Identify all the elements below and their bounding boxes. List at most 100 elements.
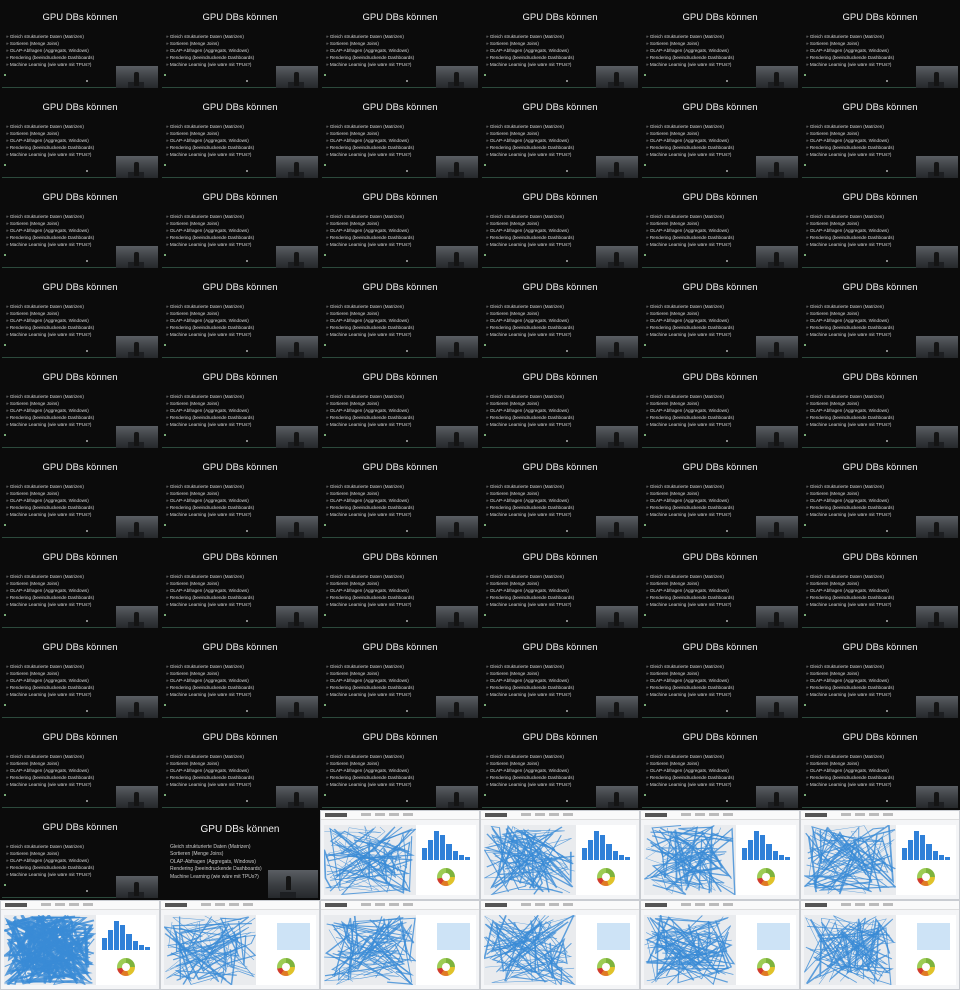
slide-thumbnail[interactable]: GPU DBs können Gleich strukturierte Daten…	[0, 270, 160, 360]
histogram-panel[interactable]	[735, 825, 796, 864]
slide-thumbnail[interactable]: GPU DBs können Gleich strukturierte Daten…	[480, 720, 640, 810]
toolbar-tab[interactable]	[549, 813, 559, 816]
toolbar-tab[interactable]	[69, 903, 79, 906]
dashboard-thumbnail[interactable]	[0, 900, 160, 990]
slide-thumbnail[interactable]: GPU DBs können Gleich strukturierte Daten…	[0, 450, 160, 540]
road-network-map[interactable]	[324, 915, 416, 985]
toolbar-tab[interactable]	[229, 903, 239, 906]
histogram-panel[interactable]	[95, 915, 156, 954]
slide-thumbnail[interactable]: GPU DBs können Gleich strukturierte Daten…	[480, 360, 640, 450]
slide-thumbnail[interactable]: GPU DBs können Gleich strukturierte Daten…	[0, 810, 160, 900]
toolbar-tab[interactable]	[549, 903, 559, 906]
road-network-map[interactable]	[644, 915, 736, 985]
toolbar-tab[interactable]	[563, 903, 573, 906]
toolbar-tab[interactable]	[521, 903, 531, 906]
slide-thumbnail[interactable]: GPU DBs können Gleich strukturierte Daten…	[160, 360, 320, 450]
slide-thumbnail[interactable]: GPU DBs können Gleich strukturierte Daten…	[320, 0, 480, 90]
donut-panel[interactable]	[415, 859, 476, 895]
toolbar-tab[interactable]	[695, 903, 705, 906]
slide-thumbnail[interactable]: GPU DBs können Gleich strukturierte Daten…	[320, 90, 480, 180]
toolbar-tab[interactable]	[723, 813, 733, 816]
slide-thumbnail[interactable]: GPU DBs können Gleich strukturierte Daten…	[160, 810, 320, 900]
histogram-panel[interactable]	[895, 825, 956, 864]
map-panel[interactable]	[644, 915, 736, 985]
slide-thumbnail[interactable]: GPU DBs können Gleich strukturierte Daten…	[0, 0, 160, 90]
dashboard-thumbnail[interactable]	[480, 900, 640, 990]
histogram-panel[interactable]	[255, 915, 316, 954]
dashboard-thumbnail[interactable]	[640, 900, 800, 990]
toolbar-tab[interactable]	[375, 903, 385, 906]
toolbar-tab[interactable]	[361, 903, 371, 906]
histogram-panel[interactable]	[895, 915, 956, 954]
toolbar-tab[interactable]	[681, 813, 691, 816]
slide-thumbnail[interactable]: GPU DBs können Gleich strukturierte Daten…	[320, 720, 480, 810]
slide-thumbnail[interactable]: GPU DBs können Gleich strukturierte Daten…	[640, 540, 800, 630]
slide-thumbnail[interactable]: GPU DBs können Gleich strukturierte Daten…	[480, 0, 640, 90]
donut-panel[interactable]	[895, 859, 956, 895]
slide-thumbnail[interactable]: GPU DBs können Gleich strukturierte Daten…	[800, 270, 960, 360]
slide-thumbnail[interactable]: GPU DBs können Gleich strukturierte Daten…	[800, 450, 960, 540]
dashboard-thumbnail[interactable]	[160, 900, 320, 990]
toolbar-tab[interactable]	[521, 813, 531, 816]
toolbar-tab[interactable]	[389, 903, 399, 906]
toolbar-tab[interactable]	[723, 903, 733, 906]
slide-thumbnail[interactable]: GPU DBs können Gleich strukturierte Daten…	[160, 90, 320, 180]
toolbar-tab[interactable]	[695, 813, 705, 816]
slide-thumbnail[interactable]: GPU DBs können Gleich strukturierte Daten…	[480, 540, 640, 630]
toolbar-tab[interactable]	[55, 903, 65, 906]
toolbar-tab[interactable]	[403, 903, 413, 906]
toolbar-tab[interactable]	[709, 903, 719, 906]
slide-thumbnail[interactable]: GPU DBs können Gleich strukturierte Daten…	[160, 270, 320, 360]
slide-thumbnail[interactable]: GPU DBs können Gleich strukturierte Daten…	[320, 360, 480, 450]
toolbar-tab[interactable]	[681, 903, 691, 906]
map-panel[interactable]	[804, 915, 896, 985]
slide-thumbnail[interactable]: GPU DBs können Gleich strukturierte Daten…	[160, 540, 320, 630]
slide-thumbnail[interactable]: GPU DBs können Gleich strukturierte Daten…	[160, 0, 320, 90]
toolbar-tab[interactable]	[215, 903, 225, 906]
dashboard-thumbnail[interactable]	[800, 900, 960, 990]
road-network-map[interactable]	[804, 825, 896, 895]
road-network-map[interactable]	[804, 915, 896, 985]
slide-thumbnail[interactable]: GPU DBs können Gleich strukturierte Daten…	[640, 630, 800, 720]
donut-panel[interactable]	[95, 949, 156, 985]
map-panel[interactable]	[484, 825, 576, 895]
road-network-map[interactable]	[164, 915, 256, 985]
slide-thumbnail[interactable]: GPU DBs können Gleich strukturierte Daten…	[0, 540, 160, 630]
slide-thumbnail[interactable]: GPU DBs können Gleich strukturierte Daten…	[800, 540, 960, 630]
map-panel[interactable]	[4, 915, 96, 985]
dashboard-thumbnail[interactable]	[640, 810, 800, 900]
map-panel[interactable]	[644, 825, 736, 895]
toolbar-tab[interactable]	[361, 813, 371, 816]
toolbar-tab[interactable]	[841, 903, 851, 906]
slide-thumbnail[interactable]: GPU DBs können Gleich strukturierte Daten…	[0, 360, 160, 450]
slide-thumbnail[interactable]: GPU DBs können Gleich strukturierte Daten…	[640, 90, 800, 180]
histogram-panel[interactable]	[415, 915, 476, 954]
toolbar-tab[interactable]	[535, 903, 545, 906]
slide-thumbnail[interactable]: GPU DBs können Gleich strukturierte Daten…	[0, 180, 160, 270]
map-panel[interactable]	[804, 825, 896, 895]
slide-thumbnail[interactable]: GPU DBs können Gleich strukturierte Daten…	[0, 630, 160, 720]
slide-thumbnail[interactable]: GPU DBs können Gleich strukturierte Daten…	[320, 450, 480, 540]
toolbar-tab[interactable]	[389, 813, 399, 816]
dashboard-thumbnail[interactable]	[320, 810, 480, 900]
slide-thumbnail[interactable]: GPU DBs können Gleich strukturierte Daten…	[320, 270, 480, 360]
slide-thumbnail[interactable]: GPU DBs können Gleich strukturierte Daten…	[640, 720, 800, 810]
slide-thumbnail[interactable]: GPU DBs können Gleich strukturierte Daten…	[480, 180, 640, 270]
donut-panel[interactable]	[735, 949, 796, 985]
toolbar-tab[interactable]	[243, 903, 253, 906]
slide-thumbnail[interactable]: GPU DBs können Gleich strukturierte Daten…	[640, 0, 800, 90]
slide-thumbnail[interactable]: GPU DBs können Gleich strukturierte Daten…	[160, 720, 320, 810]
slide-thumbnail[interactable]: GPU DBs können Gleich strukturierte Daten…	[800, 90, 960, 180]
toolbar-tab[interactable]	[201, 903, 211, 906]
slide-thumbnail[interactable]: GPU DBs können Gleich strukturierte Daten…	[320, 630, 480, 720]
slide-thumbnail[interactable]: GPU DBs können Gleich strukturierte Daten…	[800, 720, 960, 810]
slide-thumbnail[interactable]: GPU DBs können Gleich strukturierte Daten…	[160, 450, 320, 540]
slide-thumbnail[interactable]: GPU DBs können Gleich strukturierte Daten…	[640, 450, 800, 540]
donut-panel[interactable]	[735, 859, 796, 895]
toolbar-tab[interactable]	[869, 813, 879, 816]
map-panel[interactable]	[324, 915, 416, 985]
dashboard-thumbnail[interactable]	[480, 810, 640, 900]
toolbar-tab[interactable]	[855, 903, 865, 906]
slide-thumbnail[interactable]: GPU DBs können Gleich strukturierte Daten…	[800, 360, 960, 450]
slide-thumbnail[interactable]: GPU DBs können Gleich strukturierte Daten…	[800, 630, 960, 720]
